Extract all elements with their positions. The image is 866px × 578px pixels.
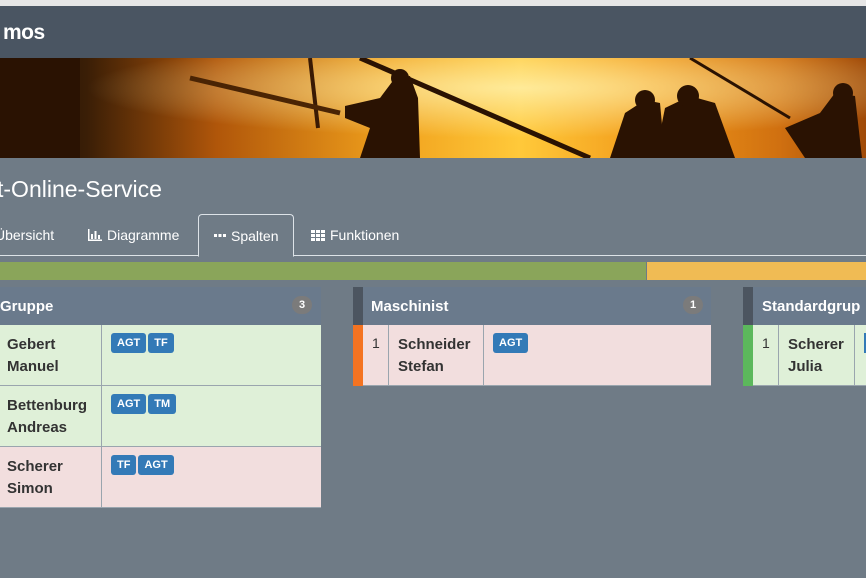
column-standardgruppe: Standardgrup 1 Scherer Julia [743,287,866,387]
qualification-tags: AGT TM [111,394,177,414]
count-badge: 3 [292,296,312,314]
tab-diagrams[interactable]: Diagramme [88,214,179,256]
qualification-tags: TF AGT [111,455,174,475]
list-item[interactable]: Bettenburg Andreas AGT TM [0,386,321,447]
list-item[interactable]: Gebert Manuel AGT TF [0,325,321,386]
column-header-stripe [743,287,753,325]
qualification-tags: AGT TF [111,333,174,353]
qualification-tags: AGT [493,333,529,353]
status-accent-bar [353,325,363,386]
cell-divider [778,325,779,386]
qualification-badge: AGT [111,333,147,353]
bar-chart-icon [88,229,102,241]
tab-functions-label: Funktionen [330,227,400,243]
person-name: Bettenburg Andreas [7,397,87,436]
person-name: Schneider Stefan [398,336,471,375]
list-item[interactable]: Scherer Simon TF AGT [0,447,321,508]
app-logo[interactable]: mos [3,21,45,45]
tab-columns[interactable]: Spalten [198,214,295,257]
cell-divider [483,325,484,386]
qualification-badge: TM [148,394,177,414]
column-header: Standardgrup [743,287,866,325]
list-item[interactable]: 1 Scherer Julia [743,325,866,386]
status-accent-bar [743,325,753,386]
qualification-badge: AGT [111,394,147,414]
row-number: 1 [372,335,380,351]
list-item[interactable]: 1 Schneider Stefan AGT [353,325,711,386]
progress-segment-green [0,262,646,280]
tab-overview[interactable]: Übersicht [0,214,54,256]
header-banner-image [0,58,866,158]
cell-divider [854,325,855,386]
tab-overview-label: Übersicht [0,227,55,243]
qualification-badge: TF [111,455,137,475]
tab-diagrams-label: Diagramme [107,227,180,243]
navbar: mos [0,6,866,58]
status-progress-bar [0,262,866,280]
column-title: Gruppe [0,297,54,315]
person-name: Scherer Julia [788,336,844,375]
cell-divider [101,386,102,447]
person-name: Scherer Simon [7,458,63,497]
qualification-badge: TF [148,333,174,353]
column-header: Gruppe 3 [0,287,321,325]
row-number: 1 [762,335,770,351]
person-name: Gebert Manuel [7,336,59,375]
column-title: Maschinist [371,297,449,315]
page-title: t-Online-Service [0,176,162,202]
grid-icon [311,229,325,241]
column-header-stripe [353,287,363,325]
column-header: Maschinist 1 [353,287,711,325]
ellipsis-icon [214,233,226,237]
column-title: Standardgrup [762,297,861,315]
qualification-badge: AGT [138,455,174,475]
cell-divider [388,325,389,386]
cell-divider [101,325,102,386]
tab-functions[interactable]: Funktionen [311,214,399,256]
cell-divider [101,447,102,508]
firefighters-banner-image [0,58,866,158]
tab-columns-label: Spalten [231,227,279,244]
tab-bar: Übersicht Diagramme Spalten Funktionen [0,214,866,257]
progress-segment-orange [647,262,866,280]
count-badge: 1 [683,296,703,314]
qualification-badge: AGT [493,333,529,353]
